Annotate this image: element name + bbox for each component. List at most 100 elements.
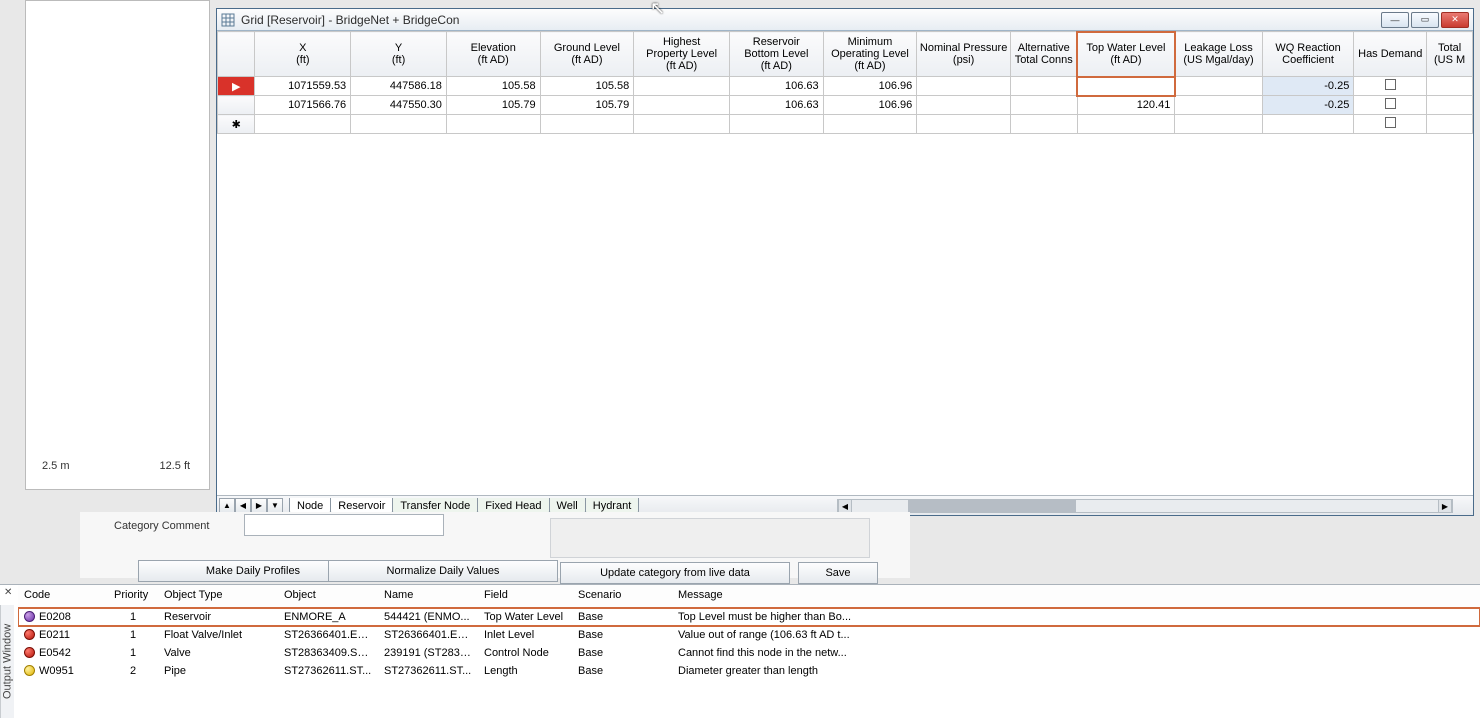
- data-grid[interactable]: X (ft) Y (ft) Elevation (ft AD) Ground L…: [217, 31, 1473, 134]
- out-col-name[interactable]: Name: [378, 585, 478, 608]
- cell-hd[interactable]: [1354, 96, 1427, 115]
- output-close-button[interactable]: ✕: [4, 587, 16, 599]
- output-header-row[interactable]: Code Priority Object Type Object Name Fi…: [18, 585, 1480, 608]
- cell-wq[interactable]: -0.25: [1262, 77, 1354, 96]
- out-col-message[interactable]: Message: [672, 585, 1480, 608]
- cell-wq[interactable]: -0.25: [1262, 96, 1354, 115]
- out-col-scenario[interactable]: Scenario: [572, 585, 672, 608]
- cell-tot[interactable]: [1427, 96, 1473, 115]
- cell-empty[interactable]: [823, 115, 917, 134]
- col-reservoir-bottom-level[interactable]: Reservoir Bottom Level (ft AD): [729, 32, 823, 77]
- new-row[interactable]: ✱: [218, 115, 1473, 134]
- out-message: Diameter greater than length: [672, 662, 1480, 680]
- output-window: ✕ Output Window Code Priority Object Typ…: [0, 584, 1480, 718]
- col-has-demand[interactable]: Has Demand: [1354, 32, 1427, 77]
- scroll-right[interactable]: ▶: [1438, 500, 1452, 512]
- cell-hpl[interactable]: [634, 77, 730, 96]
- col-x[interactable]: X (ft): [255, 32, 351, 77]
- cell-x[interactable]: 1071566.76: [255, 96, 351, 115]
- output-row[interactable]: E05421ValveST28363409.ST...239191 (ST283…: [18, 644, 1480, 662]
- cell-empty[interactable]: [540, 115, 634, 134]
- cell-twl[interactable]: [1077, 77, 1175, 96]
- corner-header[interactable]: [218, 32, 255, 77]
- cell-x[interactable]: 1071559.53: [255, 77, 351, 96]
- cell-mol[interactable]: 106.96: [823, 77, 917, 96]
- output-row[interactable]: E02111Float Valve/InletST26366401.EN...S…: [18, 626, 1480, 644]
- output-row[interactable]: E02081ReservoirENMORE_A544421 (ENMO...To…: [18, 608, 1480, 626]
- titlebar[interactable]: Grid [Reservoir] - BridgeNet + BridgeCon…: [217, 9, 1473, 31]
- scroll-thumb[interactable]: [908, 500, 1076, 512]
- cell-atc[interactable]: [1010, 96, 1077, 115]
- cell-twl[interactable]: 120.41: [1077, 96, 1175, 115]
- out-col-code[interactable]: Code: [18, 585, 108, 608]
- cell-empty[interactable]: [1262, 115, 1354, 134]
- new-row-header[interactable]: ✱: [218, 115, 255, 134]
- cell-mol[interactable]: 106.96: [823, 96, 917, 115]
- grid-body[interactable]: X (ft) Y (ft) Elevation (ft AD) Ground L…: [217, 31, 1473, 495]
- cell-empty[interactable]: [446, 115, 540, 134]
- col-alt-total-conns[interactable]: Alternative Total Conns: [1010, 32, 1077, 77]
- cell-atc[interactable]: [1010, 77, 1077, 96]
- update-category-button[interactable]: Update category from live data: [560, 562, 790, 584]
- cell-np[interactable]: [917, 96, 1011, 115]
- col-elevation[interactable]: Elevation (ft AD): [446, 32, 540, 77]
- cell-tot[interactable]: [1427, 77, 1473, 96]
- col-wq-reaction[interactable]: WQ Reaction Coefficient: [1262, 32, 1354, 77]
- cell-empty[interactable]: [1175, 115, 1262, 134]
- table-row[interactable]: 1071566.76447550.30105.79105.79106.63106…: [218, 96, 1473, 115]
- out-scenario: Base: [572, 662, 672, 680]
- maximize-button[interactable]: ▭: [1411, 12, 1439, 28]
- cell-gl[interactable]: 105.58: [540, 77, 634, 96]
- cell-y[interactable]: 447586.18: [351, 77, 447, 96]
- cell-empty[interactable]: [1427, 115, 1473, 134]
- cell-hd[interactable]: [1354, 77, 1427, 96]
- cell-elev[interactable]: 105.58: [446, 77, 540, 96]
- minimize-button[interactable]: —: [1381, 12, 1409, 28]
- out-col-object[interactable]: Object: [278, 585, 378, 608]
- cell-empty[interactable]: [917, 115, 1011, 134]
- scroll-left[interactable]: ◀: [838, 500, 852, 512]
- cell-empty[interactable]: [351, 115, 447, 134]
- col-top-water-level[interactable]: Top Water Level (ft AD): [1077, 32, 1175, 77]
- cell-empty[interactable]: [1010, 115, 1077, 134]
- cell-y[interactable]: 447550.30: [351, 96, 447, 115]
- checkbox[interactable]: [1385, 117, 1396, 128]
- col-highest-property-level[interactable]: Highest Property Level (ft AD): [634, 32, 730, 77]
- checkbox[interactable]: [1385, 98, 1396, 109]
- cell-empty[interactable]: [1077, 115, 1175, 134]
- cell-hpl[interactable]: [634, 96, 730, 115]
- out-col-priority[interactable]: Priority: [108, 585, 158, 608]
- cell-elev[interactable]: 105.79: [446, 96, 540, 115]
- col-nominal-pressure[interactable]: Nominal Pressure (psi): [917, 32, 1011, 77]
- col-leakage-loss[interactable]: Leakage Loss (US Mgal/day): [1175, 32, 1262, 77]
- cell-rbl[interactable]: 106.63: [729, 77, 823, 96]
- horizontal-scrollbar[interactable]: ◀ ▶: [837, 499, 1453, 513]
- checkbox[interactable]: [1385, 79, 1396, 90]
- cell-rbl[interactable]: 106.63: [729, 96, 823, 115]
- cell-empty[interactable]: [634, 115, 730, 134]
- col-y[interactable]: Y (ft): [351, 32, 447, 77]
- category-comment-input[interactable]: [244, 514, 444, 536]
- cell-ll[interactable]: [1175, 77, 1262, 96]
- row-header[interactable]: [218, 96, 255, 115]
- cell-empty[interactable]: [729, 115, 823, 134]
- table-row[interactable]: ▶1071559.53447586.18105.58105.58106.6310…: [218, 77, 1473, 96]
- cell-gl[interactable]: 105.79: [540, 96, 634, 115]
- col-total[interactable]: Total (US M: [1427, 32, 1473, 77]
- output-table[interactable]: Code Priority Object Type Object Name Fi…: [18, 585, 1480, 680]
- col-ground-level[interactable]: Ground Level (ft AD): [540, 32, 634, 77]
- cell-empty[interactable]: [1354, 115, 1427, 134]
- row-header[interactable]: ▶: [218, 77, 255, 96]
- save-button[interactable]: Save: [798, 562, 878, 584]
- output-row[interactable]: W09512PipeST27362611.ST...ST27362611.ST.…: [18, 662, 1480, 680]
- normalize-daily-values-button[interactable]: Normalize Daily Values: [328, 560, 558, 582]
- output-window-label[interactable]: Output Window: [0, 605, 14, 718]
- close-button[interactable]: ✕: [1441, 12, 1469, 28]
- col-minimum-operating-level[interactable]: Minimum Operating Level (ft AD): [823, 32, 917, 77]
- cell-empty[interactable]: [255, 115, 351, 134]
- out-col-object-type[interactable]: Object Type: [158, 585, 278, 608]
- cell-np[interactable]: [917, 77, 1011, 96]
- out-col-field[interactable]: Field: [478, 585, 572, 608]
- cell-ll[interactable]: [1175, 96, 1262, 115]
- header-row[interactable]: X (ft) Y (ft) Elevation (ft AD) Ground L…: [218, 32, 1473, 77]
